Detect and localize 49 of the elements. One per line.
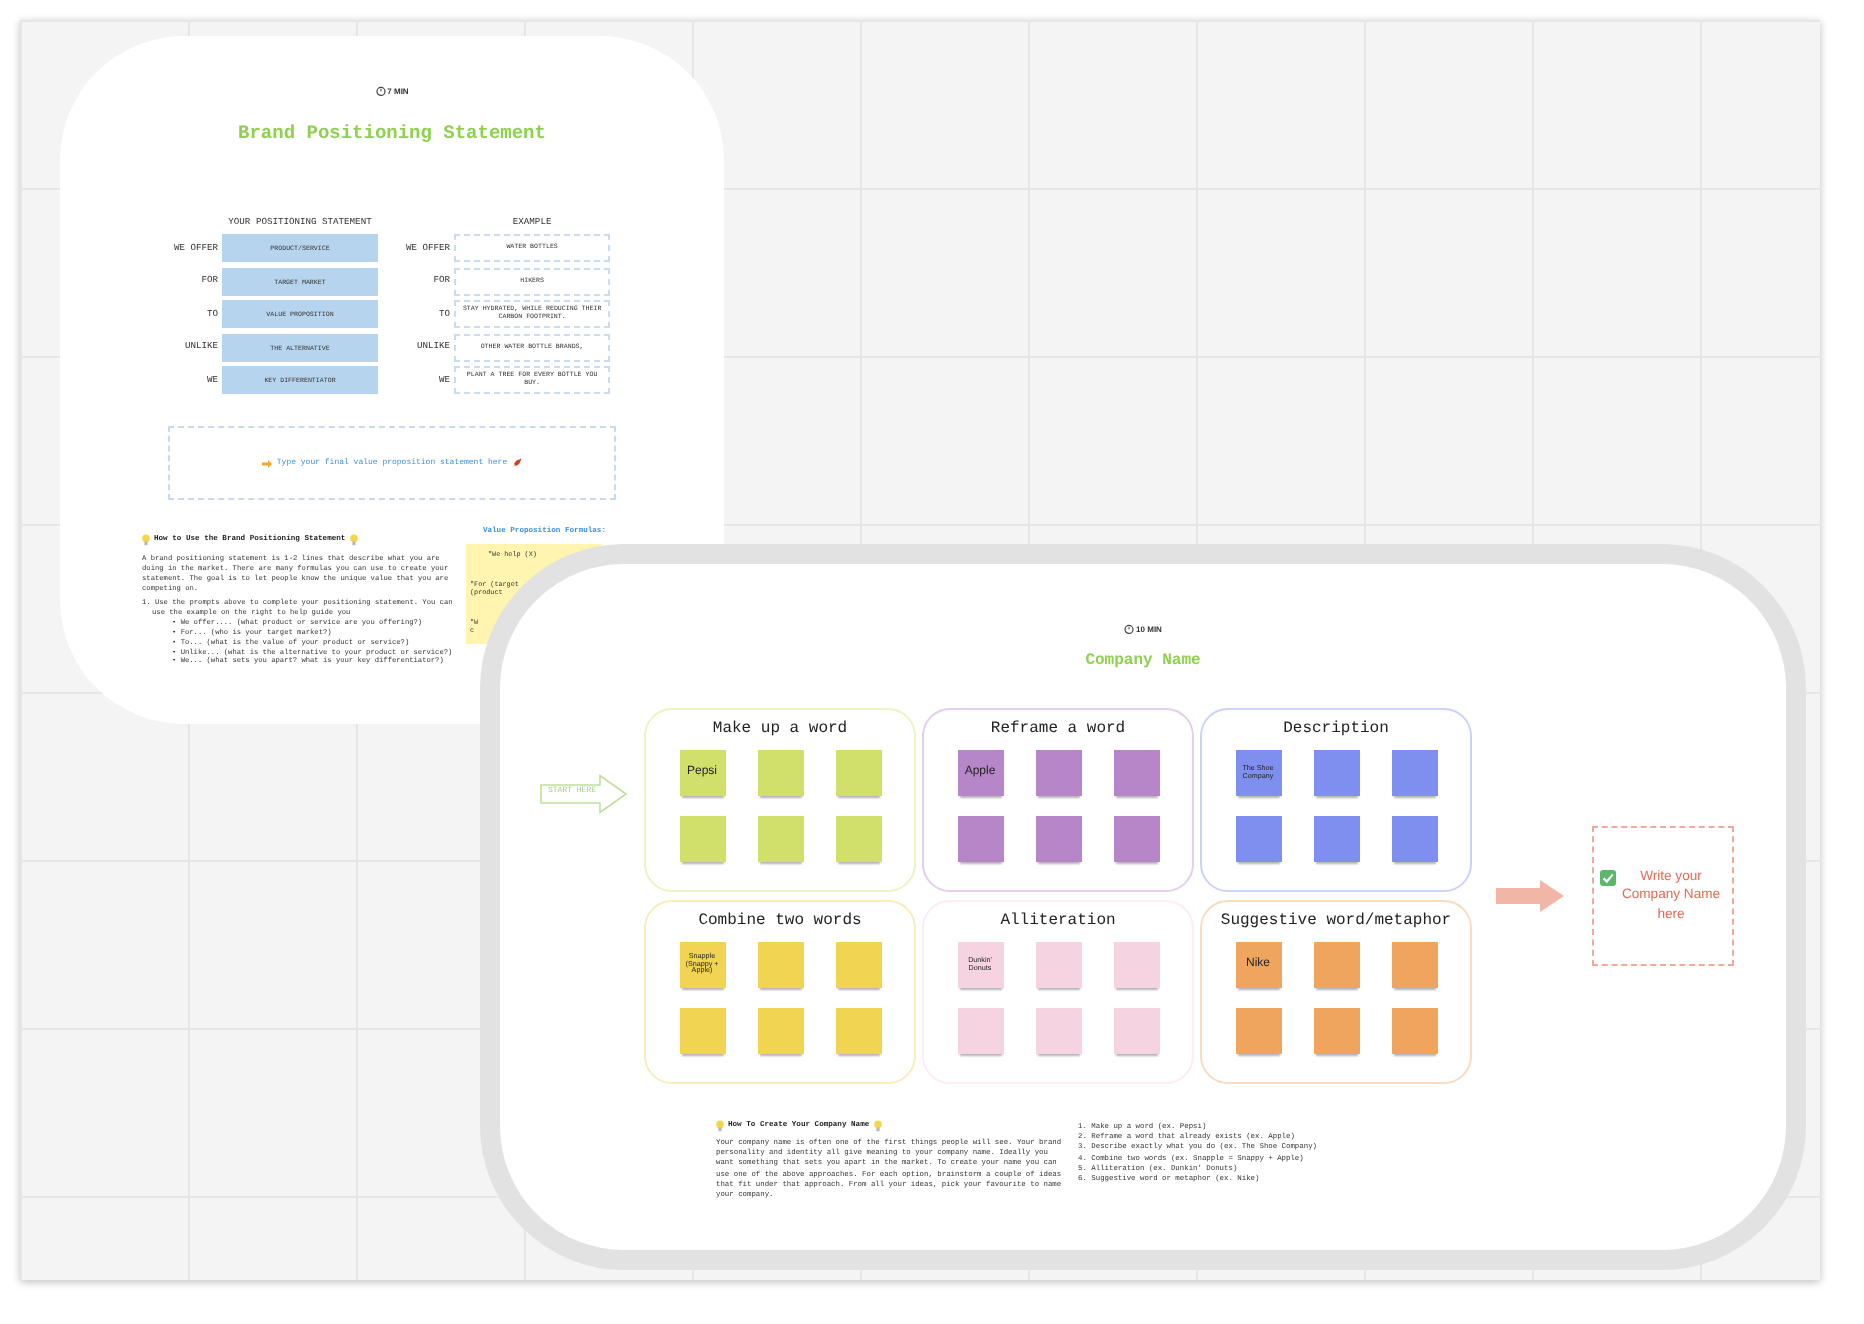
card-title: Brand Positioning Statement xyxy=(238,122,546,144)
sticky-note xyxy=(1035,816,1081,862)
group-title: Combine two words xyxy=(698,912,862,930)
sticky-note xyxy=(1391,750,1437,796)
sticky-note xyxy=(1313,942,1359,988)
rocket-icon xyxy=(511,458,522,468)
sticky-note xyxy=(1313,816,1359,862)
sticky-note xyxy=(957,816,1003,862)
sticky-note xyxy=(1391,816,1437,862)
stopwatch-icon xyxy=(375,86,386,96)
sticky-note xyxy=(1113,816,1159,862)
lightbulb-icon xyxy=(142,534,150,546)
sticky-note xyxy=(679,1008,725,1054)
sticky-note xyxy=(835,1008,881,1054)
group-title: Suggestive word/metaphor xyxy=(1220,912,1452,930)
sticky-note xyxy=(1035,1008,1081,1054)
sticky-note xyxy=(1035,942,1081,988)
sticky-note xyxy=(1113,750,1159,796)
sticky-note xyxy=(757,942,803,988)
arrow-outline-icon xyxy=(540,774,628,814)
sticky-note xyxy=(1235,816,1281,862)
sticky-note xyxy=(957,1008,1003,1054)
arrow-icon xyxy=(1496,880,1564,912)
card-title: Company Name xyxy=(1085,652,1201,670)
lightbulb-icon xyxy=(349,534,358,546)
sticky-note xyxy=(757,816,803,862)
group-title: Reframe a word xyxy=(990,720,1126,738)
sticky-note xyxy=(679,816,725,862)
sticky-note xyxy=(835,816,881,862)
lightbulb-icon xyxy=(873,1120,882,1132)
group-title: Description xyxy=(1283,720,1389,738)
checkbox-icon xyxy=(1599,869,1615,886)
sticky-note xyxy=(1235,1008,1281,1054)
group-title: Alliteration xyxy=(1000,912,1116,930)
sticky-note xyxy=(1035,750,1081,796)
sticky-note xyxy=(757,1008,803,1054)
sticky-note xyxy=(835,942,881,988)
stopwatch-icon xyxy=(1124,624,1135,634)
sticky-note xyxy=(835,750,881,796)
arrow-icon xyxy=(262,459,273,467)
sticky-note xyxy=(1113,1008,1159,1054)
sticky-note xyxy=(1391,1008,1437,1054)
lightbulb-icon xyxy=(716,1120,724,1132)
sticky-note xyxy=(757,750,803,796)
sticky-note xyxy=(1313,1008,1359,1054)
sticky-note xyxy=(1313,750,1359,796)
group-title: Make up a word xyxy=(712,720,848,738)
sticky-note xyxy=(1391,942,1437,988)
sticky-note xyxy=(1113,942,1159,988)
